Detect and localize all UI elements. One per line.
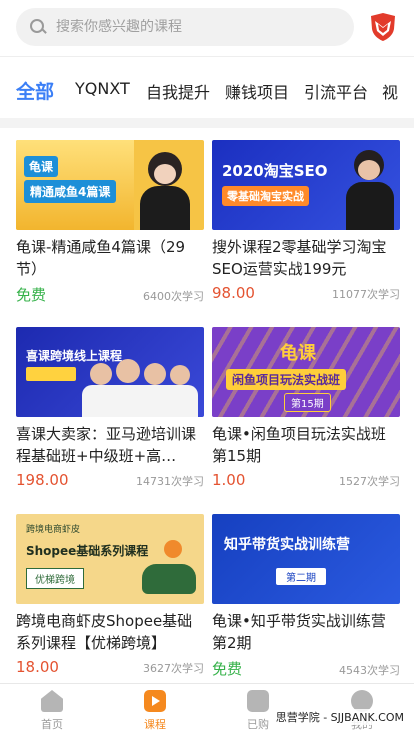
presenter-head-icon xyxy=(144,363,166,385)
learner-count: 11077次学习 xyxy=(332,288,400,301)
course-thumbnail: 2020淘宝SEO 零基础淘宝实战 xyxy=(212,140,400,230)
thumbnail-headline: 2020淘宝SEO xyxy=(222,162,328,180)
thumbnail-caption: 跨境电商虾皮 xyxy=(26,525,81,535)
thumbnail-badge: 第15期 xyxy=(284,393,331,412)
thumbnail-headline: 精通咸鱼4篇课 xyxy=(24,180,117,203)
course-meta: 免费 6400次学习 xyxy=(16,284,204,305)
tabbar-label: 首页 xyxy=(41,718,63,731)
learner-count: 14731次学习 xyxy=(136,475,204,488)
tab-all[interactable]: 全部 xyxy=(16,77,54,104)
thumbnail-subtitle: 闲鱼项目玩法实战班 xyxy=(226,369,347,390)
course-price: 免费 xyxy=(212,660,243,678)
search-input[interactable] xyxy=(56,19,336,35)
learner-count: 1527次学习 xyxy=(339,475,400,488)
thumbnail-subtitle: 零基础淘宝实战 xyxy=(222,186,309,206)
thumbnail-headline: Shopee基础系列课程 xyxy=(26,544,149,558)
course-thumbnail: 龟课 闲鱼项目玩法实战班 第15期 xyxy=(212,327,400,417)
course-price: 1.00 xyxy=(212,471,246,489)
header xyxy=(0,0,414,56)
thumbnail-headline: 喜课跨境线上课程 xyxy=(26,349,123,363)
learner-count: 3627次学习 xyxy=(143,662,204,675)
presenter-head-icon xyxy=(116,359,140,383)
watermark: 思营学院 - SJJBANK.COM xyxy=(275,709,404,725)
home-icon xyxy=(41,690,63,712)
tabbar-label: 课程 xyxy=(144,718,166,731)
brand-logo-icon[interactable] xyxy=(367,11,399,43)
search-icon xyxy=(28,17,48,37)
course-meta: 98.00 11077次学习 xyxy=(212,284,400,302)
course-meta: 198.00 14731次学习 xyxy=(16,471,204,489)
presenter-body-icon xyxy=(140,186,190,230)
scooter-icon xyxy=(142,564,196,594)
course-meta: 免费 4543次学习 xyxy=(212,658,400,679)
clipboard-icon xyxy=(247,690,269,712)
search-bar[interactable] xyxy=(16,8,354,46)
learner-count: 4543次学习 xyxy=(339,664,400,677)
course-thumbnail: 跨境电商虾皮 Shopee基础系列课程 优梯跨境 xyxy=(16,514,204,604)
course-title[interactable]: 跨境电商虾皮Shopee基础系列课程【优梯跨境】 xyxy=(16,610,204,654)
thumbnail-headline: 知乎带货实战训练营 xyxy=(224,537,350,553)
tab-video[interactable]: 视 xyxy=(382,79,398,103)
tab-yqnxt[interactable]: YQNXT xyxy=(75,79,130,98)
course-title[interactable]: 喜课大卖家：亚马逊培训课程基础班+中级班+高… xyxy=(16,423,204,467)
course-price: 免费 xyxy=(16,286,47,304)
course-card[interactable]: 龟课 闲鱼项目玩法实战班 第15期 龟课•闲鱼项目玩法实战班第15期 1.00 … xyxy=(212,327,400,489)
tabbar-home[interactable]: 首页 xyxy=(22,690,82,732)
thumbnail-badge: 第二期 xyxy=(276,568,326,585)
course-title[interactable]: 龟课•知乎带货实战训练营第2期 xyxy=(212,610,400,654)
tab-money-projects[interactable]: 赚钱项目 xyxy=(225,79,289,103)
section-divider xyxy=(0,118,414,128)
play-icon xyxy=(144,690,166,712)
course-card[interactable]: 知乎带货实战训练营 第二期 龟课•知乎带货实战训练营第2期 免费 4543次学习 xyxy=(212,514,400,679)
course-card[interactable]: 龟课 精通咸鱼4篇课 龟课-精通咸鱼4篇课（29节） 免费 6400次学习 xyxy=(16,140,204,305)
course-meta: 18.00 3627次学习 xyxy=(16,658,204,676)
course-price: 198.00 xyxy=(16,471,69,489)
course-thumbnail: 知乎带货实战训练营 第二期 xyxy=(212,514,400,604)
category-tabs: 全部 YQNXT 自我提升 赚钱项目 引流平台 视 xyxy=(0,56,414,118)
learner-count: 6400次学习 xyxy=(143,290,204,303)
presenter-head-icon xyxy=(90,363,112,385)
course-price: 18.00 xyxy=(16,658,59,676)
tab-traffic-platforms[interactable]: 引流平台 xyxy=(304,79,368,103)
course-meta: 1.00 1527次学习 xyxy=(212,471,400,489)
course-card[interactable]: 喜课跨境线上课程 喜课大卖家：亚马逊培训课程基础班+中级班+高… 198.00 … xyxy=(16,327,204,489)
course-card[interactable]: 跨境电商虾皮 Shopee基础系列课程 优梯跨境 跨境电商虾皮Shopee基础系… xyxy=(16,514,204,676)
thumbnail-subtitle: 优梯跨境 xyxy=(26,568,84,589)
course-tag: 龟课 xyxy=(24,156,59,177)
course-title[interactable]: 搜外课程2零基础学习淘宝SEO运营实战199元 xyxy=(212,236,400,280)
presenter-body-icon xyxy=(346,182,394,230)
course-title[interactable]: 龟课-精通咸鱼4篇课（29节） xyxy=(16,236,204,280)
presenter-head-icon xyxy=(170,365,190,385)
tab-self-improvement[interactable]: 自我提升 xyxy=(146,79,210,103)
course-tag: 龟课 xyxy=(280,343,316,364)
course-title[interactable]: 龟课•闲鱼项目玩法实战班第15期 xyxy=(212,423,400,467)
tabbar-courses[interactable]: 课程 xyxy=(125,690,185,732)
course-card[interactable]: 2020淘宝SEO 零基础淘宝实战 搜外课程2零基础学习淘宝SEO运营实战199… xyxy=(212,140,400,302)
course-price: 98.00 xyxy=(212,284,255,302)
course-thumbnail: 龟课 精通咸鱼4篇课 xyxy=(16,140,204,230)
course-thumbnail: 喜课跨境线上课程 xyxy=(16,327,204,417)
